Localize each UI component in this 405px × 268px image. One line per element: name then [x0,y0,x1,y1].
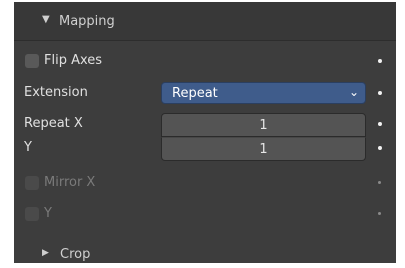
repeat-y-row: Y 1 [14,137,396,161]
flip-axes-row: Flip Axes [14,50,396,74]
keyframe-dot-icon[interactable] [378,146,382,150]
repeat-y-label: Y [24,140,32,155]
repeat-x-row: Repeat X 1 [14,113,396,137]
repeat-y-field[interactable]: 1 [161,137,366,161]
keyframe-dot-icon[interactable] [378,181,381,184]
repeat-x-label: Repeat X [24,116,83,131]
chevron-down-icon: ⌄ [348,85,359,99]
mirror-x-label[interactable]: Mirror X [44,175,95,190]
mirror-y-checkbox[interactable] [25,207,39,221]
flip-axes-label[interactable]: Flip Axes [44,53,102,68]
triangle-down-icon[interactable]: ▼ [42,14,50,25]
repeat-y-value: 1 [259,142,268,157]
mapping-panel: ▼ Mapping Flip Axes Extension Repeat ⌄ R… [14,2,396,263]
keyframe-dot-icon[interactable] [378,59,382,63]
mirror-y-label[interactable]: Y [44,206,52,221]
repeat-x-field[interactable]: 1 [161,113,366,137]
extension-label: Extension [24,85,88,100]
mirror-y-row: Y [14,203,396,227]
keyframe-dot-icon[interactable] [378,122,382,126]
mapping-panel-header[interactable]: ▼ Mapping [14,2,396,41]
extension-dropdown[interactable]: Repeat ⌄ [161,82,366,104]
panel-title: Mapping [59,14,115,29]
crop-subpanel-header[interactable]: ▶ Crop [14,244,396,268]
flip-axes-checkbox[interactable] [25,54,39,68]
extension-row: Extension Repeat ⌄ [14,82,396,106]
crop-title: Crop [60,247,91,262]
mirror-x-row: Mirror X [14,172,396,196]
extension-value: Repeat [172,86,218,101]
keyframe-dot-icon[interactable] [378,212,381,215]
keyframe-dot-icon[interactable] [378,91,382,95]
mirror-x-checkbox[interactable] [25,176,39,190]
triangle-right-icon[interactable]: ▶ [42,248,49,258]
repeat-x-value: 1 [259,118,268,133]
